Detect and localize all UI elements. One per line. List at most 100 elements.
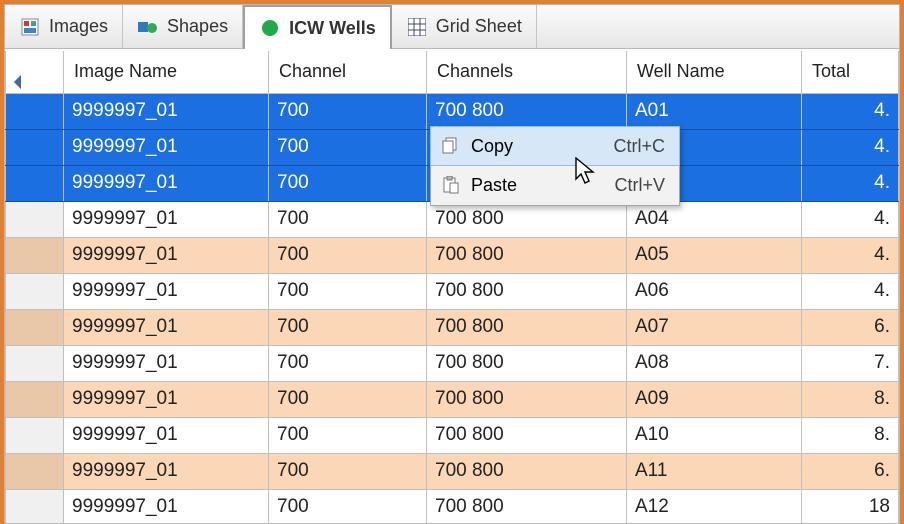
cell-total[interactable]: 8. <box>802 417 899 453</box>
cell-well-name[interactable]: A01 <box>627 93 802 129</box>
paste-icon <box>431 176 471 194</box>
cell-well-name[interactable]: A06 <box>627 273 802 309</box>
cell-channels[interactable]: 700 800 <box>427 381 627 417</box>
context-menu-paste-accel: Ctrl+V <box>614 175 679 196</box>
cell-channels[interactable]: 700 800 <box>427 417 627 453</box>
cell-total[interactable]: 4. <box>802 93 899 129</box>
table-row[interactable]: 9999997_01700700 800A064. <box>6 273 899 309</box>
cell-channel[interactable]: 700 <box>269 417 427 453</box>
tab-icw-wells[interactable]: ICW Wells <box>243 5 392 49</box>
row-header[interactable] <box>6 273 64 309</box>
cell-image-name[interactable]: 9999997_01 <box>64 417 269 453</box>
tab-grid-sheet[interactable]: Grid Sheet <box>392 5 537 48</box>
cell-channel[interactable]: 700 <box>269 273 427 309</box>
column-header-well-name[interactable]: Well Name <box>627 51 802 93</box>
row-header[interactable] <box>6 345 64 381</box>
column-header-total[interactable]: Total <box>802 51 899 93</box>
cell-image-name[interactable]: 9999997_01 <box>64 381 269 417</box>
cell-channel[interactable]: 700 <box>269 309 427 345</box>
cell-total[interactable]: 4. <box>802 165 899 201</box>
context-menu-paste[interactable]: Paste Ctrl+V <box>431 165 679 205</box>
cell-image-name[interactable]: 9999997_01 <box>64 309 269 345</box>
cell-channel[interactable]: 700 <box>269 237 427 273</box>
table-row[interactable]: 9999997_01700700 800A116. <box>6 453 899 489</box>
context-menu-copy-label: Copy <box>471 136 613 157</box>
cell-image-name[interactable]: 9999997_01 <box>64 93 269 129</box>
cell-image-name[interactable]: 9999997_01 <box>64 129 269 165</box>
cell-total[interactable]: 4. <box>802 237 899 273</box>
cell-image-name[interactable]: 9999997_01 <box>64 201 269 237</box>
cell-well-name[interactable]: A11 <box>627 453 802 489</box>
table-row[interactable]: 9999997_01700700 800A014. <box>6 93 899 129</box>
cell-total[interactable]: 4. <box>802 129 899 165</box>
cell-image-name[interactable]: 9999997_01 <box>64 237 269 273</box>
cell-channel[interactable]: 700 <box>269 453 427 489</box>
tab-shapes[interactable]: Shapes <box>123 5 243 48</box>
row-header[interactable] <box>6 417 64 453</box>
row-header[interactable] <box>6 201 64 237</box>
table-row[interactable]: 9999997_01700700 800A087. <box>6 345 899 381</box>
well-icon <box>259 17 281 39</box>
table-row[interactable]: 9999997_01700700 800A076. <box>6 309 899 345</box>
cell-channels[interactable]: 700 800 <box>427 93 627 129</box>
cell-total[interactable]: 6. <box>802 309 899 345</box>
cell-channel[interactable]: 700 <box>269 93 427 129</box>
row-header[interactable] <box>6 237 64 273</box>
column-header-channels[interactable]: Channels <box>427 51 627 93</box>
cell-well-name[interactable]: A08 <box>627 345 802 381</box>
cell-image-name[interactable]: 9999997_01 <box>64 345 269 381</box>
cell-channels[interactable]: 700 800 <box>427 489 627 523</box>
cell-well-name[interactable]: A10 <box>627 417 802 453</box>
table-row[interactable]: 9999997_01700700 800A108. <box>6 417 899 453</box>
cell-total[interactable]: 4. <box>802 273 899 309</box>
cell-channel[interactable]: 700 <box>269 489 427 523</box>
expander-column-header[interactable] <box>6 51 64 93</box>
cell-well-name[interactable]: A07 <box>627 309 802 345</box>
row-header[interactable] <box>6 453 64 489</box>
row-header[interactable] <box>6 309 64 345</box>
row-header[interactable] <box>6 489 64 523</box>
row-header[interactable] <box>6 93 64 129</box>
tab-images-label: Images <box>49 16 108 37</box>
cell-channel[interactable]: 700 <box>269 129 427 165</box>
cell-image-name[interactable]: 9999997_01 <box>64 453 269 489</box>
app-frame: Images Shapes ICW Wells Grid Sheet <box>4 4 900 524</box>
context-menu-copy[interactable]: Copy Ctrl+C <box>430 126 680 166</box>
cell-channel[interactable]: 700 <box>269 381 427 417</box>
cell-image-name[interactable]: 9999997_01 <box>64 489 269 523</box>
images-icon <box>19 16 41 38</box>
cell-total[interactable]: 6. <box>802 453 899 489</box>
cell-channels[interactable]: 700 800 <box>427 345 627 381</box>
cell-total[interactable]: 8. <box>802 381 899 417</box>
column-header-image-name[interactable]: Image Name <box>64 51 269 93</box>
cell-channel[interactable]: 700 <box>269 345 427 381</box>
table-row[interactable]: 9999997_01700700 800A054. <box>6 237 899 273</box>
tab-images[interactable]: Images <box>5 5 123 48</box>
cell-well-name[interactable]: A05 <box>627 237 802 273</box>
cell-channels[interactable]: 700 800 <box>427 237 627 273</box>
table-row[interactable]: 9999997_01700700 800A044. <box>6 201 899 237</box>
cell-channels[interactable]: 700 800 <box>427 273 627 309</box>
cell-well-name[interactable]: A04 <box>627 201 802 237</box>
cell-total[interactable]: 18 <box>802 489 899 523</box>
row-header[interactable] <box>6 165 64 201</box>
table-row[interactable]: 9999997_01700700 800A1218 <box>6 489 899 523</box>
cell-total[interactable]: 7. <box>802 345 899 381</box>
cell-well-name[interactable]: A09 <box>627 381 802 417</box>
cell-channels[interactable]: 700 800 <box>427 453 627 489</box>
cell-well-name[interactable]: A12 <box>627 489 802 523</box>
data-table[interactable]: Image Name Channel Channels Well Name To… <box>5 51 899 523</box>
cell-channel[interactable]: 700 <box>269 165 427 201</box>
cell-channel[interactable]: 700 <box>269 201 427 237</box>
cell-image-name[interactable]: 9999997_01 <box>64 273 269 309</box>
context-menu-copy-accel: Ctrl+C <box>613 136 679 157</box>
column-header-channel[interactable]: Channel <box>269 51 427 93</box>
row-header[interactable] <box>6 381 64 417</box>
cell-image-name[interactable]: 9999997_01 <box>64 165 269 201</box>
cell-channels[interactable]: 700 800 <box>427 309 627 345</box>
grid-container[interactable]: Image Name Channel Channels Well Name To… <box>5 51 899 523</box>
table-row[interactable]: 9999997_01700700 800A098. <box>6 381 899 417</box>
cell-total[interactable]: 4. <box>802 201 899 237</box>
cell-channels[interactable]: 700 800 <box>427 201 627 237</box>
row-header[interactable] <box>6 129 64 165</box>
